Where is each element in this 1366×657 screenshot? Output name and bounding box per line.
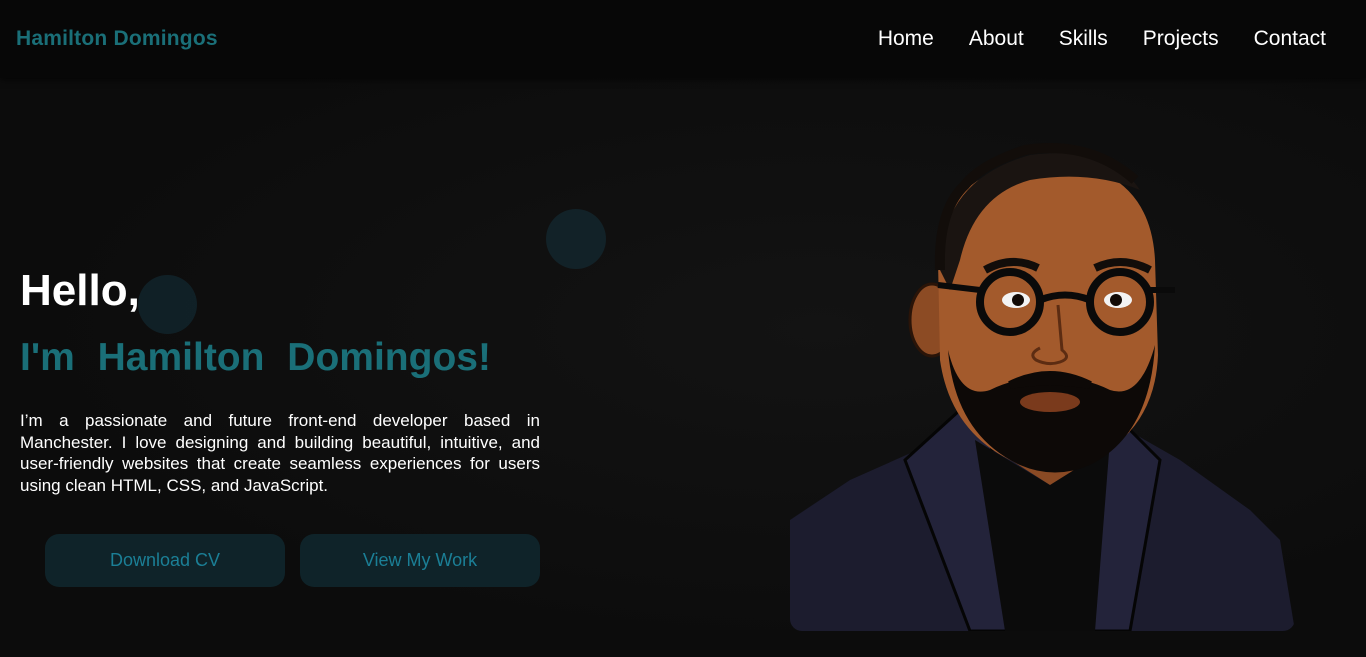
- hero-greeting: Hello,: [20, 266, 140, 315]
- nav-link-contact[interactable]: Contact: [1254, 27, 1326, 51]
- nav-link-skills[interactable]: Skills: [1059, 27, 1108, 51]
- developer-avatar-icon: [790, 140, 1295, 631]
- decorative-bubble: [138, 275, 197, 334]
- nav-links: Home About Skills Projects Contact: [878, 27, 1326, 51]
- hero-name: I'm Hamilton Domingos!: [20, 336, 491, 379]
- download-cv-button[interactable]: Download CV: [45, 534, 285, 587]
- page: Hamilton Domingos Home About Skills Proj…: [0, 0, 1366, 657]
- nav-link-projects[interactable]: Projects: [1143, 27, 1219, 51]
- nav-link-about[interactable]: About: [969, 27, 1024, 51]
- nav-link-home[interactable]: Home: [878, 27, 934, 51]
- hero-intro: I’m a passionate and future front-end de…: [20, 411, 540, 495]
- brand-logo[interactable]: Hamilton Domingos: [16, 27, 218, 51]
- navbar: Hamilton Domingos Home About Skills Proj…: [0, 0, 1366, 78]
- view-work-button[interactable]: View My Work: [300, 534, 540, 587]
- decorative-bubble: [546, 209, 606, 269]
